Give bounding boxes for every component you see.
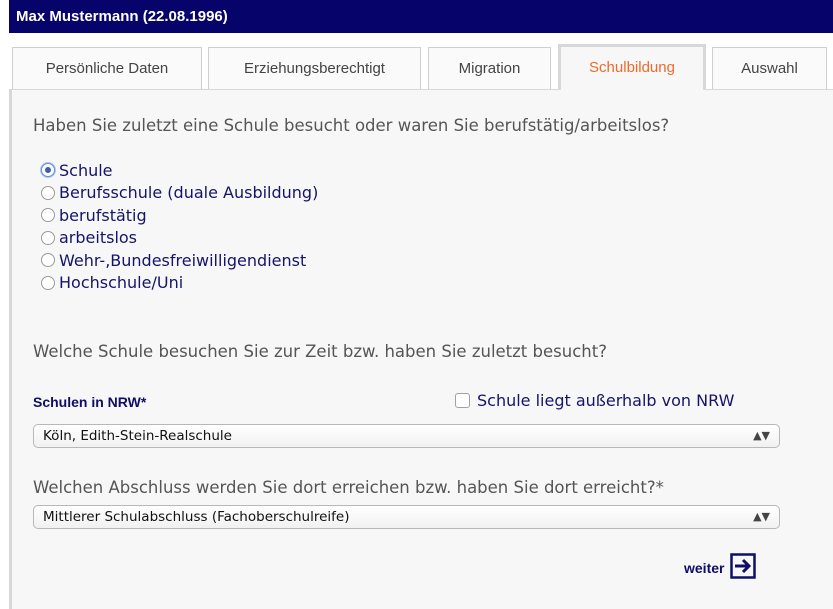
radio-option-dienst[interactable]: Wehr-,Bundesfreiwilligendienst: [41, 249, 318, 272]
select-arrows-icon: ▲▼: [753, 429, 770, 442]
radio-label: Wehr-,Bundesfreiwilligendienst: [59, 250, 307, 270]
tab-migration[interactable]: Migration: [428, 47, 551, 89]
radio-button[interactable]: [41, 253, 55, 268]
radio-option-schule[interactable]: Schule: [41, 159, 318, 182]
school-field-label: Schulen in NRW*: [33, 394, 147, 410]
activity-radio-group: Schule Berufsschule (duale Ausbildung) b…: [41, 159, 318, 294]
radio-label: Hochschule/Uni: [59, 273, 184, 293]
degree-select[interactable]: Mittlerer Schulabschluss (Fachoberschulr…: [33, 505, 780, 529]
radio-label: berufstätig: [59, 205, 147, 225]
applicant-name: Max Mustermann (22.08.1996): [16, 8, 228, 25]
school-select[interactable]: Köln, Edith-Stein-Realschule ▲▼: [33, 424, 780, 448]
degree-select-value: Mittlerer Schulabschluss (Fachoberschulr…: [43, 509, 350, 525]
radio-label: Schule: [59, 160, 113, 180]
tab-auswahl[interactable]: Auswahl: [712, 47, 827, 89]
tab-erziehungsberechtigt[interactable]: Erziehungsberechtigt: [208, 47, 421, 89]
select-arrows-icon: ▲▼: [753, 510, 770, 523]
radio-button[interactable]: [41, 185, 55, 200]
radio-label: arbeitslos: [59, 228, 138, 248]
question-degree: Welchen Abschluss werden Sie dort erreic…: [33, 478, 664, 497]
outside-nrw-option[interactable]: Schule liegt außerhalb von NRW: [455, 391, 734, 410]
radio-button[interactable]: [41, 208, 55, 223]
question-last-school: Welche Schule besuchen Sie zur Zeit bzw.…: [33, 342, 607, 361]
school-select-value: Köln, Edith-Stein-Realschule: [43, 428, 232, 444]
radio-button[interactable]: [41, 230, 55, 245]
radio-option-berufsschule[interactable]: Berufsschule (duale Ausbildung): [41, 182, 318, 205]
radio-option-berufstaetig[interactable]: berufstätig: [41, 204, 318, 227]
outside-nrw-label: Schule liegt außerhalb von NRW: [477, 391, 735, 410]
next-label: weiter: [684, 559, 725, 576]
tab-schulbildung[interactable]: Schulbildung: [558, 44, 706, 90]
applicant-header: Max Mustermann (22.08.1996): [9, 0, 833, 33]
tab-persoenliche-daten[interactable]: Persönliche Daten: [12, 47, 202, 89]
radio-option-arbeitslos[interactable]: arbeitslos: [41, 227, 318, 250]
arrow-right-box-icon[interactable]: [730, 553, 757, 582]
next-button[interactable]: weiter: [684, 553, 757, 582]
radio-button[interactable]: [41, 275, 55, 290]
radio-option-hochschule[interactable]: Hochschule/Uni: [41, 272, 318, 295]
tab-bar: Persönliche Daten Erziehungsberechtigt M…: [9, 39, 833, 90]
radio-button[interactable]: [41, 163, 55, 178]
radio-label: Berufsschule (duale Ausbildung): [59, 183, 319, 203]
question-last-activity: Haben Sie zuletzt eine Schule besucht od…: [33, 116, 670, 135]
outside-nrw-checkbox[interactable]: [455, 393, 470, 408]
